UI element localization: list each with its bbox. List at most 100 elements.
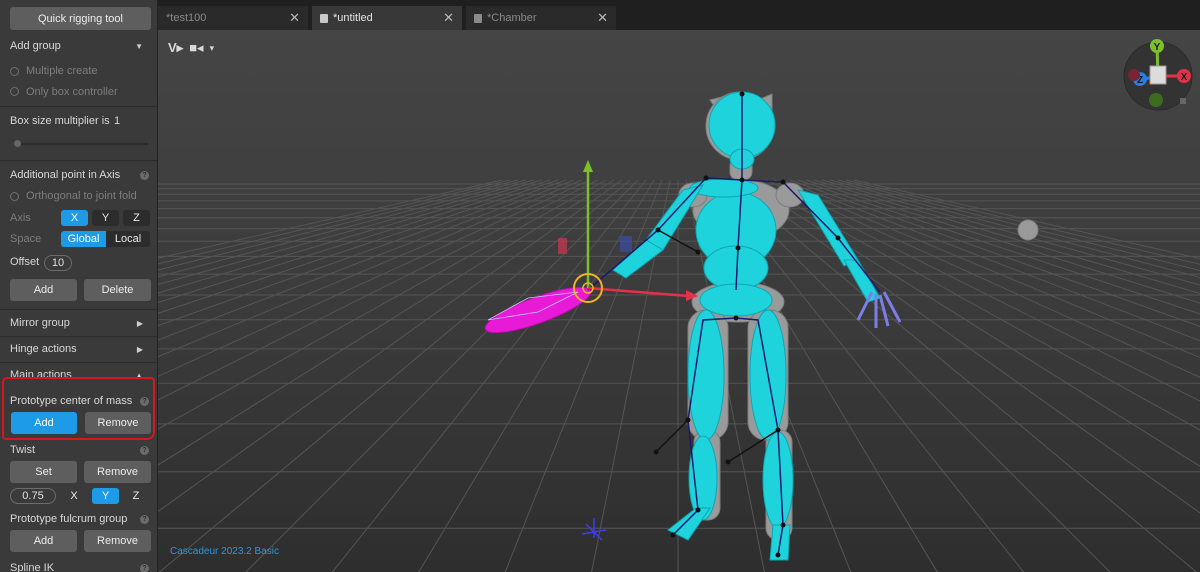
divider bbox=[0, 160, 157, 161]
axis-y-toggle[interactable]: Y bbox=[92, 210, 119, 226]
grid-line bbox=[158, 179, 583, 358]
grid-line bbox=[733, 179, 1200, 514]
quick-rigging-tool-button[interactable]: Quick rigging tool bbox=[10, 7, 151, 30]
tab-label: *test100 bbox=[166, 12, 207, 24]
divider bbox=[0, 106, 157, 107]
offset-input[interactable]: 10 bbox=[44, 255, 72, 271]
grid-line bbox=[418, 179, 655, 572]
divider bbox=[0, 336, 157, 337]
add-point-button[interactable]: Add bbox=[10, 279, 77, 301]
red-annotation-outline bbox=[2, 377, 155, 440]
delete-point-button[interactable]: Delete bbox=[84, 279, 151, 301]
divider bbox=[0, 362, 157, 363]
twist-x-toggle[interactable]: X bbox=[62, 488, 86, 504]
cyan-collision-volumes bbox=[612, 91, 881, 561]
add-group-header[interactable]: Add group bbox=[10, 40, 61, 52]
floor-grid bbox=[158, 179, 1200, 572]
grid-line bbox=[158, 179, 575, 341]
space-local-toggle[interactable]: Local bbox=[106, 231, 150, 247]
tab-test100[interactable]: *test100 ✕ bbox=[158, 6, 308, 30]
grid-line bbox=[158, 179, 503, 259]
viewport-toolbar: V▸ ■◂ ▾ bbox=[168, 40, 214, 56]
box-size-value: 1 bbox=[114, 115, 121, 127]
logo-menu-icon[interactable]: V▸ bbox=[168, 40, 183, 56]
lock-icon[interactable] bbox=[1180, 98, 1186, 104]
grid-line bbox=[725, 179, 1198, 572]
additional-point-header: Additional point in Axis bbox=[10, 169, 121, 181]
3d-viewport[interactable]: Y X Z V▸ ■◂ ▾ Cascadeur 2023.2 Basic bbox=[158, 30, 1200, 572]
grid-line bbox=[158, 179, 591, 377]
orthogonal-radio[interactable] bbox=[10, 192, 19, 201]
grid-line bbox=[158, 179, 551, 304]
twist-value-input[interactable]: 0.75 bbox=[10, 488, 56, 504]
slider-handle[interactable] bbox=[14, 140, 21, 147]
axis-x-toggle[interactable]: X bbox=[61, 210, 88, 226]
neg-x-handle[interactable] bbox=[1128, 69, 1140, 81]
axis-z-toggle[interactable]: Z bbox=[123, 210, 150, 226]
grid-line bbox=[158, 179, 511, 265]
view-cube-icon[interactable] bbox=[1149, 65, 1167, 85]
neg-y-handle[interactable] bbox=[1149, 93, 1163, 107]
only-box-controller-radio[interactable] bbox=[10, 87, 19, 96]
close-icon[interactable]: ✕ bbox=[289, 10, 300, 26]
camera-icon[interactable]: ■◂ bbox=[189, 40, 203, 56]
fulcrum-remove-button[interactable]: Remove bbox=[84, 530, 151, 552]
world-origin-icon bbox=[581, 518, 607, 541]
mirror-group-header[interactable]: Mirror group bbox=[10, 317, 70, 329]
help-icon[interactable]: ? bbox=[140, 446, 149, 455]
grid-line bbox=[158, 179, 599, 401]
help-icon[interactable]: ? bbox=[140, 564, 149, 572]
document-icon bbox=[474, 13, 482, 23]
fulcrum-add-button[interactable]: Add bbox=[10, 530, 77, 552]
y-axis-label: Y bbox=[1154, 42, 1161, 53]
character-rig[interactable] bbox=[481, 91, 1039, 561]
help-icon[interactable]: ? bbox=[140, 171, 149, 180]
grid-line bbox=[245, 179, 639, 572]
twist-remove-button[interactable]: Remove bbox=[84, 461, 151, 483]
twist-y-toggle[interactable]: Y bbox=[92, 488, 119, 504]
tab-label: *Chamber bbox=[487, 12, 537, 24]
box-size-label: Box size multiplier is bbox=[10, 115, 110, 127]
orientation-gizmo[interactable]: Y X Z bbox=[1123, 39, 1193, 111]
version-label: Cascadeur 2023.2 Basic bbox=[170, 546, 279, 557]
expand-arrow-icon[interactable]: ▶ bbox=[137, 319, 143, 328]
document-icon bbox=[320, 13, 328, 23]
space-global-toggle[interactable]: Global bbox=[61, 231, 106, 247]
multiple-create-label: Multiple create bbox=[26, 65, 98, 77]
close-icon[interactable]: ✕ bbox=[443, 10, 454, 26]
twist-header: Twist bbox=[10, 444, 36, 456]
space-label: Space bbox=[10, 233, 42, 245]
twist-z-toggle[interactable]: Z bbox=[124, 488, 148, 504]
only-box-controller-label: Only box controller bbox=[26, 86, 118, 98]
selected-controller[interactable] bbox=[481, 279, 595, 342]
tab-chamber[interactable]: *Chamber ✕ bbox=[466, 6, 616, 30]
box-size-slider[interactable] bbox=[16, 143, 148, 145]
grid-line bbox=[741, 179, 1200, 467]
grid-line bbox=[504, 179, 663, 572]
grid-line bbox=[158, 179, 543, 294]
multiple-create-radio[interactable] bbox=[10, 67, 19, 76]
close-icon[interactable]: ✕ bbox=[597, 10, 608, 26]
tab-bar: *test100 ✕ *untitled ✕ *Chamber ✕ bbox=[158, 0, 1200, 30]
grid-line bbox=[158, 179, 519, 271]
spline-ik-header[interactable]: Spline IK bbox=[10, 562, 54, 572]
grid-line bbox=[158, 179, 559, 314]
grid-line bbox=[158, 179, 623, 513]
hinge-actions-header[interactable]: Hinge actions bbox=[10, 343, 77, 355]
x-axis-label: X bbox=[1181, 72, 1188, 83]
offset-label: Offset bbox=[10, 256, 40, 268]
grid-line bbox=[757, 179, 1200, 402]
expand-arrow-icon[interactable]: ▶ bbox=[137, 345, 143, 354]
rigging-panel: Quick rigging tool Add group ▼ Multiple … bbox=[0, 0, 158, 572]
tab-untitled[interactable]: *untitled ✕ bbox=[312, 6, 462, 30]
help-icon[interactable]: ? bbox=[140, 515, 149, 524]
expand-arrow-icon[interactable]: ▼ bbox=[135, 42, 143, 51]
grid-line bbox=[813, 179, 1200, 295]
twist-set-button[interactable]: Set bbox=[10, 461, 77, 483]
grid-line bbox=[837, 179, 1200, 272]
chevron-down-icon[interactable]: ▾ bbox=[210, 43, 215, 54]
grid-line bbox=[331, 179, 647, 572]
grid-line bbox=[797, 179, 1200, 315]
scene-canvas[interactable]: Y X Z bbox=[158, 30, 1200, 572]
axis-label: Axis bbox=[10, 212, 31, 224]
